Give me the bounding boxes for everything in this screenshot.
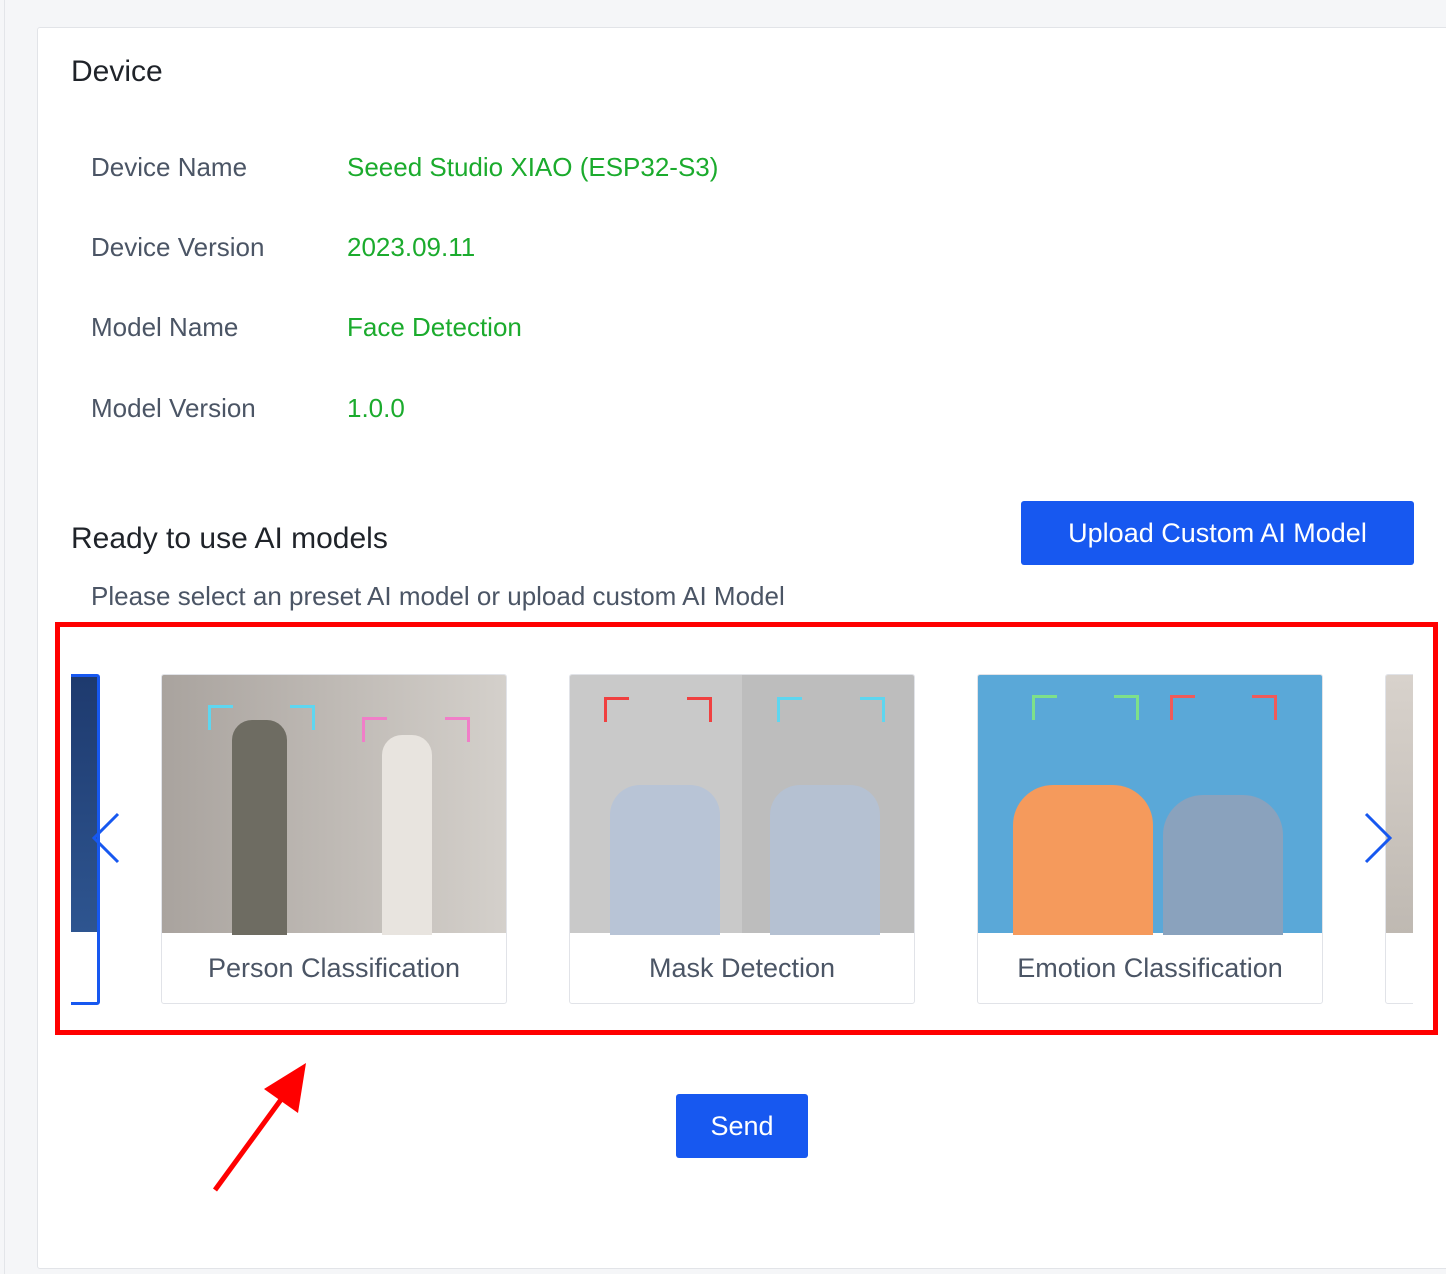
- annotation-highlight-box: [55, 622, 1438, 1035]
- model-version-value: 1.0.0: [347, 393, 405, 423]
- model-name-label: Model Name: [91, 312, 239, 342]
- send-button[interactable]: Send: [676, 1094, 808, 1158]
- device-title: Device: [71, 55, 163, 88]
- upload-custom-model-button[interactable]: Upload Custom AI Model: [1021, 501, 1414, 565]
- annotation-arrow-icon: [212, 1063, 306, 1192]
- models-title: Ready to use AI models: [71, 522, 388, 555]
- device-name-value: Seeed Studio XIAO (ESP32-S3): [347, 152, 719, 182]
- model-version-label: Model Version: [91, 393, 256, 423]
- model-name-value: Face Detection: [347, 312, 522, 342]
- page-edge: [4, 0, 5, 1274]
- device-version-value: 2023.09.11: [347, 232, 476, 262]
- device-name-label: Device Name: [91, 152, 248, 182]
- device-version-label: Device Version: [91, 232, 265, 262]
- models-subtitle: Please select an preset AI model or uplo…: [91, 581, 785, 611]
